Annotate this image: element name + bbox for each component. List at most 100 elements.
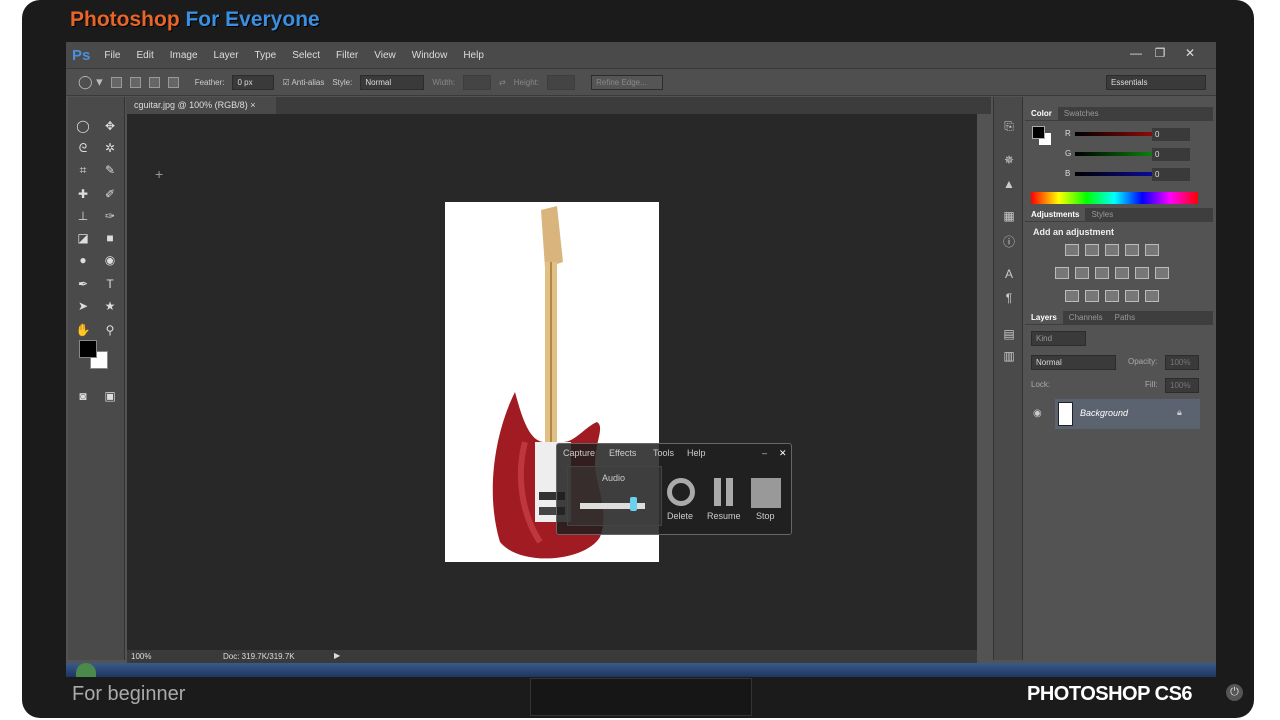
menu-help[interactable]: Help	[463, 50, 484, 61]
recorder-menu-help[interactable]: Help	[687, 448, 706, 458]
hue-saturation-icon[interactable]	[1055, 267, 1069, 279]
marquee-tool-icon[interactable]: ◯	[73, 117, 93, 135]
stop-button-label[interactable]: Stop	[756, 511, 775, 521]
recorder-menu-effects[interactable]: Effects	[609, 448, 636, 458]
recorder-close-button[interactable]: ✕	[779, 448, 787, 459]
workspace-select[interactable]: Essentials	[1106, 74, 1206, 90]
curves-icon[interactable]	[1105, 244, 1119, 256]
eraser-icon[interactable]: ◪	[73, 229, 93, 247]
delete-button-label[interactable]: Delete	[667, 511, 693, 521]
magic-wand-icon[interactable]: ✲	[100, 139, 120, 157]
layer-name[interactable]: Background	[1080, 408, 1128, 418]
lasso-tool-icon[interactable]: ᘓ	[73, 139, 93, 157]
hand-tool-icon[interactable]: ✋	[73, 321, 93, 339]
subtract-selection-icon[interactable]	[148, 76, 160, 88]
layer-comps-icon[interactable]: ▤	[1001, 327, 1017, 343]
intersect-selection-icon[interactable]	[167, 76, 179, 88]
color-balance-icon[interactable]	[1075, 267, 1089, 279]
g-value[interactable]: 0	[1152, 148, 1190, 161]
stop-icon[interactable]	[751, 478, 781, 508]
info-icon[interactable]: ⓘ	[1001, 233, 1017, 249]
recorder-menu-tools[interactable]: Tools	[653, 448, 674, 458]
menu-image[interactable]: Image	[170, 50, 198, 61]
menu-window[interactable]: Window	[412, 50, 448, 61]
navigator-icon[interactable]: ✵	[1001, 153, 1017, 169]
menu-select[interactable]: Select	[292, 50, 320, 61]
clone-stamp-icon[interactable]: ⊥	[73, 207, 93, 225]
exposure-icon[interactable]	[1125, 244, 1139, 256]
dodge-tool-icon[interactable]: ◉	[100, 251, 120, 269]
histogram-icon[interactable]: ▲	[1001, 177, 1017, 193]
channel-mixer-icon[interactable]	[1135, 267, 1149, 279]
layer-filter-select[interactable]: Kind	[1031, 331, 1086, 346]
brush-tool-icon[interactable]: ✐	[100, 185, 120, 203]
photo-filter-icon[interactable]	[1115, 267, 1129, 279]
selective-color-icon[interactable]	[1125, 290, 1139, 302]
restore-button[interactable]: ❐	[1148, 46, 1172, 60]
tab-swatches[interactable]: Swatches	[1058, 107, 1105, 120]
tab-adjustments[interactable]: Adjustments	[1025, 208, 1086, 221]
fg-color-chip[interactable]	[1032, 126, 1045, 139]
menu-type[interactable]: Type	[255, 50, 277, 61]
refine-edge-button[interactable]: Refine Edge...	[591, 74, 664, 90]
invert-icon[interactable]	[1065, 290, 1079, 302]
quick-mask-icon[interactable]: ◙	[73, 387, 93, 405]
height-input[interactable]	[547, 74, 576, 90]
gradient-map-icon[interactable]	[1145, 290, 1159, 302]
path-selection-icon[interactable]: ➤	[73, 297, 93, 315]
notes-icon[interactable]: ▥	[1001, 349, 1017, 365]
recorder-minimize-button[interactable]: –	[762, 448, 767, 458]
menu-file[interactable]: File	[104, 50, 120, 61]
type-tool-icon[interactable]: T	[100, 275, 120, 293]
move-tool-icon[interactable]: ✥	[100, 117, 120, 135]
tab-color[interactable]: Color	[1025, 107, 1058, 120]
zoom-tool-icon[interactable]: ⚲	[100, 321, 120, 339]
menu-filter[interactable]: Filter	[336, 50, 358, 61]
healing-brush-icon[interactable]: ✚	[73, 185, 93, 203]
start-button-icon[interactable]	[76, 663, 96, 677]
recorder-menu-capture[interactable]: Capture	[563, 448, 595, 458]
new-selection-icon[interactable]	[110, 76, 122, 88]
menu-view[interactable]: View	[374, 50, 396, 61]
paragraph-icon[interactable]: ¶	[1001, 291, 1017, 307]
audio-slider-thumb[interactable]	[630, 497, 637, 511]
threshold-icon[interactable]	[1105, 290, 1119, 302]
brightness-contrast-icon[interactable]	[1065, 244, 1079, 256]
eyedropper-icon[interactable]: ✎	[100, 161, 120, 179]
zoom-level[interactable]: 100%	[131, 652, 151, 661]
status-menu-arrow-icon[interactable]: ▶	[334, 651, 340, 660]
fill-input[interactable]: 100%	[1165, 378, 1199, 393]
tab-paths[interactable]: Paths	[1109, 311, 1141, 324]
close-button[interactable]: ✕	[1178, 46, 1202, 60]
elliptical-marquee-icon[interactable]: ◯ ▾	[78, 74, 103, 90]
menu-layer[interactable]: Layer	[214, 50, 239, 61]
delete-icon[interactable]	[667, 478, 695, 506]
pause-icon-right[interactable]	[726, 478, 733, 506]
feather-input[interactable]: 0 px	[232, 74, 275, 90]
blend-mode-select[interactable]: Normal	[1031, 355, 1116, 370]
pen-tool-icon[interactable]: ✒	[73, 275, 93, 293]
swap-icon[interactable]: ⇄	[499, 78, 506, 87]
color-lookup-icon[interactable]	[1155, 267, 1169, 279]
style-select[interactable]: Normal	[360, 74, 425, 90]
shape-tool-icon[interactable]: ★	[100, 297, 120, 315]
add-selection-icon[interactable]	[129, 76, 141, 88]
layer-visibility-eye-icon[interactable]: ◉	[1033, 408, 1042, 419]
foreground-color-swatch[interactable]	[79, 340, 97, 358]
power-icon[interactable]: ⏻	[1226, 684, 1243, 701]
r-value[interactable]: 0	[1152, 128, 1190, 141]
screen-mode-icon[interactable]: ▣	[100, 387, 120, 405]
levels-icon[interactable]	[1085, 244, 1099, 256]
layer-row[interactable]: Background 🔒︎	[1055, 399, 1200, 429]
resume-button-label[interactable]: Resume	[707, 511, 741, 521]
tab-channels[interactable]: Channels	[1063, 311, 1109, 324]
properties-icon[interactable]: ▦	[1001, 209, 1017, 225]
opacity-input[interactable]: 100%	[1165, 355, 1199, 370]
vibrance-icon[interactable]	[1145, 244, 1159, 256]
minimize-button[interactable]: —	[1124, 46, 1148, 60]
pause-icon-left[interactable]	[714, 478, 721, 506]
b-value[interactable]: 0	[1152, 168, 1190, 181]
black-white-icon[interactable]	[1095, 267, 1109, 279]
document-tab[interactable]: cguitar.jpg @ 100% (RGB/8) ×	[126, 97, 276, 114]
tab-close-icon[interactable]: ×	[250, 100, 255, 110]
